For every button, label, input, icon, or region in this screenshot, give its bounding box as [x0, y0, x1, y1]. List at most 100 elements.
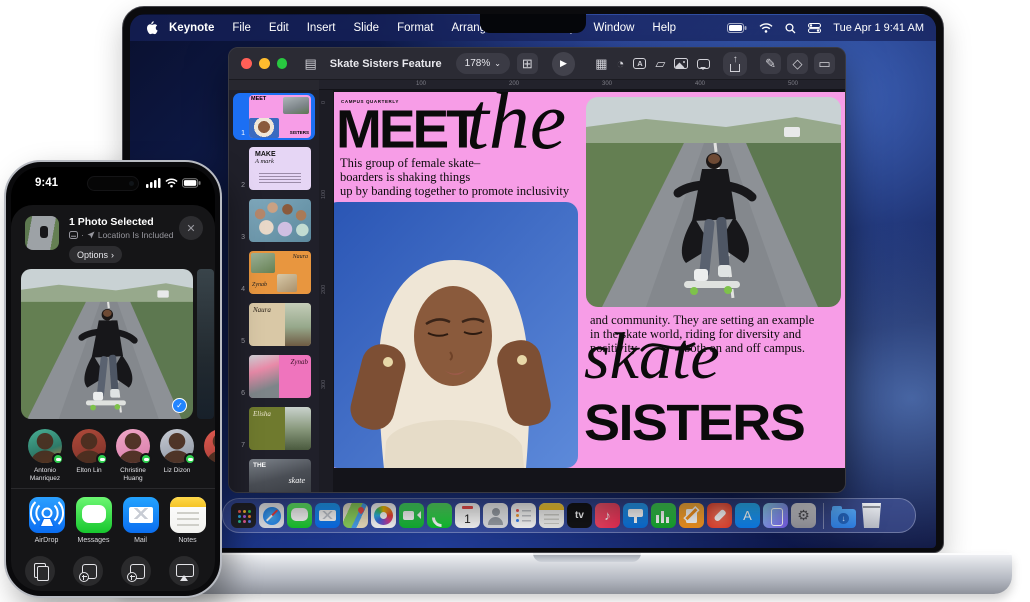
- menu-insert[interactable]: Insert: [298, 22, 345, 34]
- options-button[interactable]: Options›: [69, 246, 122, 263]
- share-actions-row: [25, 556, 215, 586]
- divider: [11, 488, 215, 489]
- sidebar-view-icon[interactable]: ▤: [304, 57, 316, 70]
- dock-launchpad[interactable]: [231, 503, 256, 528]
- minimize-window-button[interactable]: [259, 58, 270, 69]
- dock-tv[interactable]: tv: [567, 503, 592, 528]
- dock-messages[interactable]: [287, 503, 312, 528]
- add-to-album-button[interactable]: [121, 556, 151, 586]
- shape-icon[interactable]: ▱: [655, 57, 665, 70]
- dock-downloads[interactable]: [831, 509, 856, 528]
- zoom-level: 178%: [465, 58, 491, 69]
- share-app-messages[interactable]: Messages: [70, 497, 117, 544]
- dock-maps[interactable]: [343, 503, 368, 528]
- apple-menu-icon[interactable]: [146, 21, 158, 35]
- dock-pages[interactable]: [679, 503, 704, 528]
- zoom-dropdown[interactable]: 178% ⌄: [456, 53, 510, 74]
- dock-calendar[interactable]: 1: [455, 503, 480, 528]
- close-window-button[interactable]: [241, 58, 252, 69]
- close-button[interactable]: ✕: [179, 216, 203, 240]
- dock-rocket[interactable]: [707, 503, 732, 528]
- airdrop-contact-christine-huang[interactable]: Christine Huang: [111, 429, 155, 483]
- dock-trash[interactable]: [859, 503, 884, 528]
- share-sheet: 1 Photo Selected · Location Is Included …: [11, 205, 215, 591]
- keynote-titlebar: ▤ Skate Sisters Feature 178% ⌄ ⊞ ▶ ▦ ◔ A…: [229, 48, 845, 80]
- save-to-files-button[interactable]: [73, 556, 103, 586]
- next-photo-partial[interactable]: [197, 269, 214, 419]
- contact-name: Christine Huang: [112, 467, 154, 483]
- dock-reminders[interactable]: [511, 503, 536, 528]
- dock-settings[interactable]: ⚙: [791, 503, 816, 528]
- selected-photo[interactable]: ✓: [21, 269, 193, 419]
- airdrop-contact-liz-dizon[interactable]: Liz Dizon: [155, 429, 199, 483]
- comment-icon[interactable]: [697, 59, 710, 69]
- dock-notes[interactable]: [539, 503, 564, 528]
- menu-help[interactable]: Help: [643, 22, 685, 34]
- airplay-button[interactable]: [169, 556, 199, 586]
- slide-navigator[interactable]: 1 MEETSISTERS 2 MAKEA mark 3 4 NauraZyna…: [229, 90, 319, 493]
- search-icon[interactable]: [785, 23, 796, 34]
- slide-paragraph-top: This group of female skate– boarders is …: [340, 156, 580, 198]
- add-slide-button[interactable]: ⊞: [517, 53, 538, 74]
- slide-thumbnail-7[interactable]: 7 Elisha: [233, 405, 315, 452]
- media-icon[interactable]: [674, 58, 688, 69]
- slide-thumbnail-8[interactable]: 8 THEskate: [233, 457, 315, 493]
- play-button[interactable]: ▶: [552, 52, 576, 76]
- airdrop-contact-elton-lin[interactable]: Elton Lin: [67, 429, 111, 483]
- menu-format[interactable]: Format: [388, 22, 442, 34]
- share-app-mail[interactable]: Mail: [117, 497, 164, 544]
- slide-photo-skater[interactable]: [586, 97, 841, 307]
- slide-headline-the: the: [466, 92, 566, 162]
- slide-thumbnail-3[interactable]: 3: [233, 197, 315, 244]
- vertical-ruler: 0100200300: [319, 90, 333, 493]
- copy-button[interactable]: [25, 556, 55, 586]
- dock-divider: [823, 503, 824, 529]
- ruler-tick: 500: [788, 81, 798, 87]
- dock-mail[interactable]: [315, 503, 340, 528]
- menu-edit[interactable]: Edit: [260, 22, 298, 34]
- caption-icon: [69, 231, 78, 239]
- share-apps-row: AirDrop Messages Mail Notes: [23, 497, 213, 544]
- airdrop-contact-antonio-manriquez[interactable]: Antonio Manriquez: [23, 429, 67, 483]
- share-button[interactable]: ↑: [723, 52, 747, 76]
- avatar: [116, 429, 150, 463]
- animate-button[interactable]: ◇: [787, 53, 808, 74]
- menu-file[interactable]: File: [223, 22, 260, 34]
- document-button[interactable]: ▭: [814, 53, 835, 74]
- format-button[interactable]: ✎: [760, 53, 781, 74]
- menu-slide[interactable]: Slide: [345, 22, 389, 34]
- slide-thumbnail-4[interactable]: 4 NauraZynab: [233, 249, 315, 296]
- slide-editor[interactable]: CAMPUS QUARTERLY MEET the This group of …: [334, 92, 846, 468]
- dock: 1 tv♪ A ⚙: [222, 498, 916, 533]
- dock-contacts[interactable]: [483, 503, 508, 528]
- control-center-icon[interactable]: [808, 23, 821, 33]
- menu-keynote[interactable]: Keynote: [160, 22, 223, 34]
- fullscreen-window-button[interactable]: [277, 58, 288, 69]
- dock-appstore[interactable]: A: [735, 503, 760, 528]
- dock-keynote[interactable]: [623, 503, 648, 528]
- table-icon[interactable]: ▦: [595, 57, 607, 70]
- dock-iphone-mirroring[interactable]: [763, 503, 788, 528]
- slide-thumbnail-1[interactable]: 1 MEETSISTERS: [233, 93, 315, 140]
- menu-window[interactable]: Window: [585, 22, 644, 34]
- slide-photo-portrait[interactable]: [334, 202, 578, 468]
- slide-thumbnail-6[interactable]: 6 Zynab: [233, 353, 315, 400]
- chart-icon[interactable]: ◔: [617, 57, 625, 70]
- dock-safari[interactable]: [259, 503, 284, 528]
- menu-clock[interactable]: Tue Apr 1 9:41 AM: [833, 22, 924, 34]
- slide-thumbnail-5[interactable]: 5 Naura: [233, 301, 315, 348]
- text-box-icon[interactable]: A: [633, 58, 646, 69]
- dock-phone[interactable]: [427, 503, 452, 528]
- dock-music[interactable]: ♪: [595, 503, 620, 528]
- dock-numbers[interactable]: [651, 503, 676, 528]
- ruler-tick: 300: [602, 81, 612, 87]
- airdrop-contact-partial[interactable]: [199, 429, 215, 483]
- share-app-airdrop[interactable]: AirDrop: [23, 497, 70, 544]
- slide-thumbnail-2[interactable]: 2 MAKEA mark: [233, 145, 315, 192]
- slide-canvas[interactable]: CAMPUS QUARTERLY MEET the This group of …: [333, 90, 846, 493]
- share-app-notes[interactable]: Notes: [164, 497, 211, 544]
- wifi-icon[interactable]: [759, 23, 773, 33]
- dock-photos[interactable]: [371, 503, 396, 528]
- ruler-tick: 200: [509, 81, 519, 87]
- dock-facetime[interactable]: [399, 503, 424, 528]
